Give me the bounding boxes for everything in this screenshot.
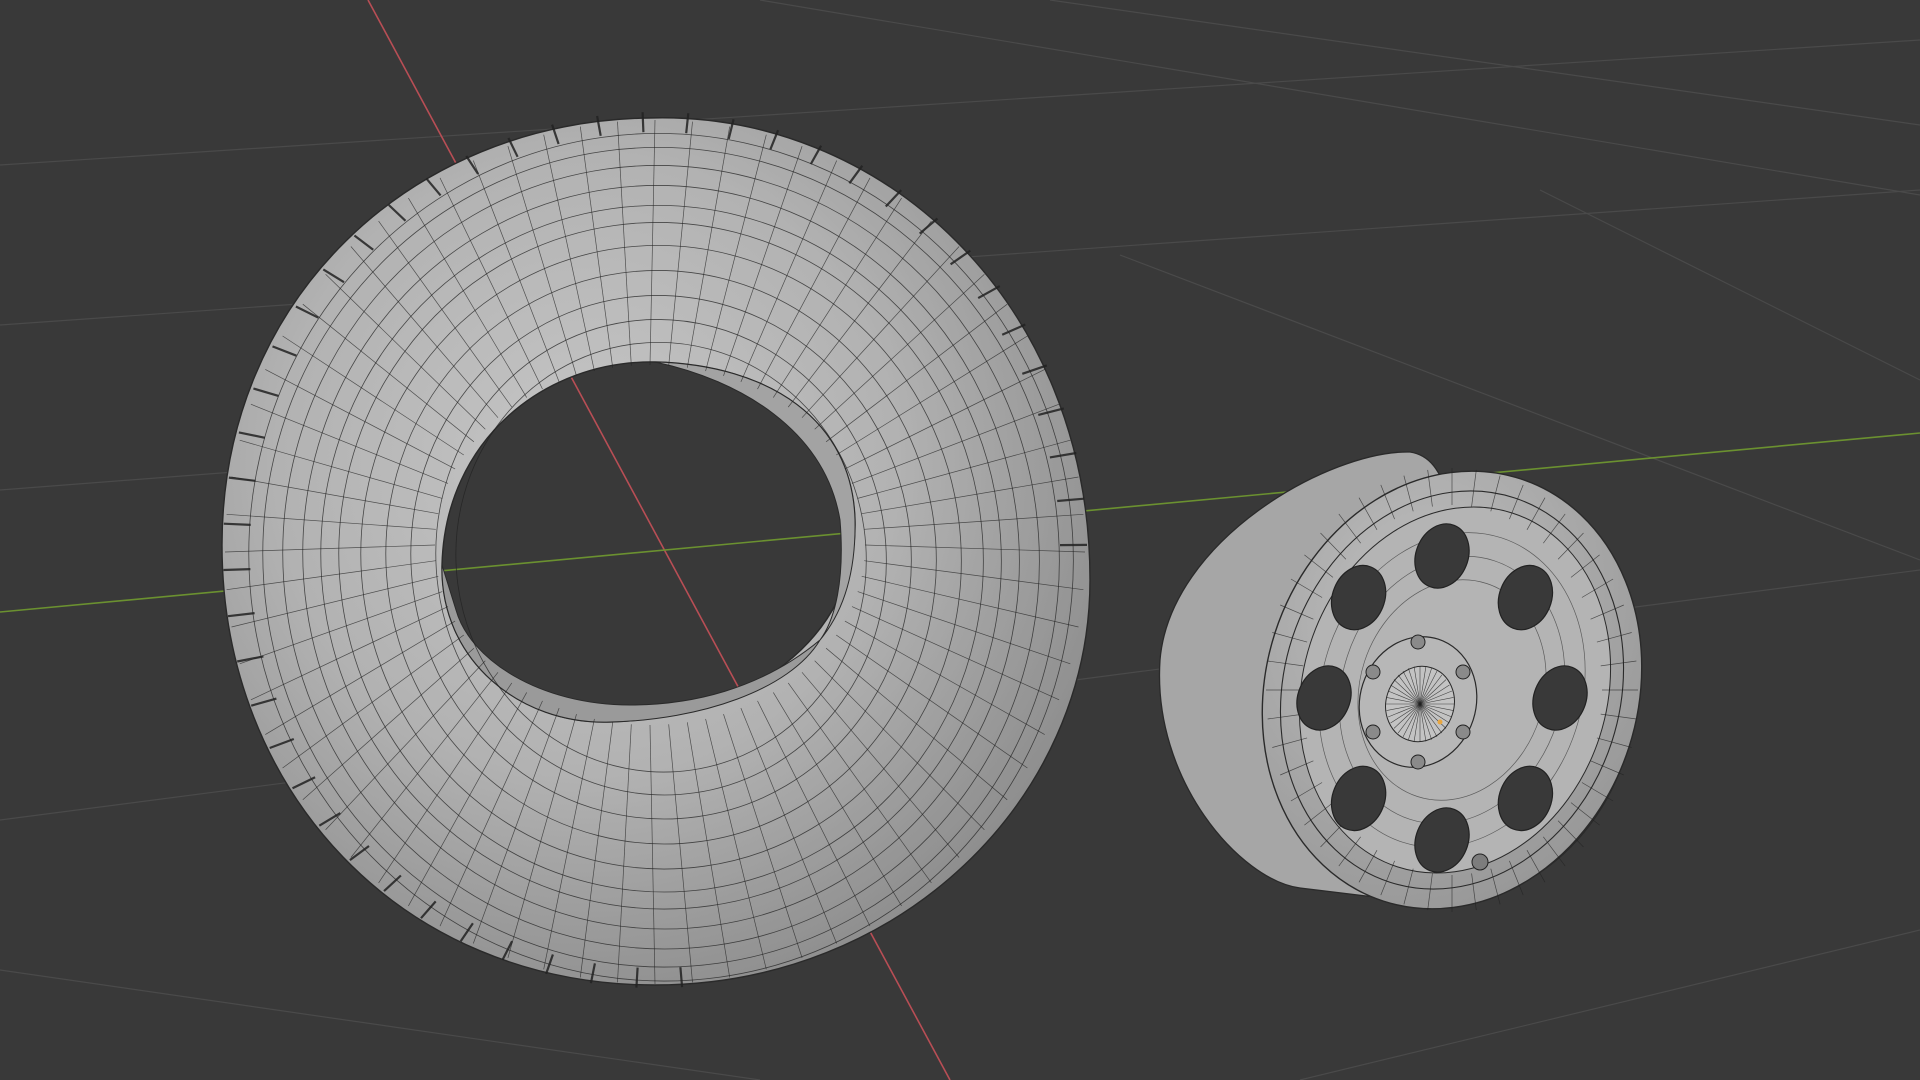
- grid-line: [759, 0, 1920, 196]
- tread-block: [635, 967, 639, 988]
- lug-nut: [1410, 634, 1426, 650]
- lug-nut: [1455, 664, 1471, 680]
- valve-stem: [1471, 853, 1489, 871]
- grid-line: [0, 969, 761, 1080]
- tread-block: [641, 112, 645, 133]
- tire-mesh[interactable]: [194, 80, 1128, 1034]
- 3d-viewport[interactable]: [0, 0, 1920, 1080]
- lug-nut: [1455, 724, 1471, 740]
- rim-mesh[interactable]: [1158, 421, 1697, 958]
- viewport-scene[interactable]: [0, 0, 1920, 1080]
- tread-block: [223, 522, 251, 526]
- tread-block: [223, 568, 251, 572]
- grid-line: [1539, 189, 1920, 381]
- lug-nut: [1365, 724, 1381, 740]
- lug-nut: [1365, 664, 1381, 680]
- grid-line: [1049, 0, 1920, 126]
- grid-line: [1299, 929, 1920, 1080]
- lug-nut: [1410, 754, 1426, 770]
- grid-line: [0, 469, 261, 491]
- object-origin-dot: [1437, 719, 1443, 725]
